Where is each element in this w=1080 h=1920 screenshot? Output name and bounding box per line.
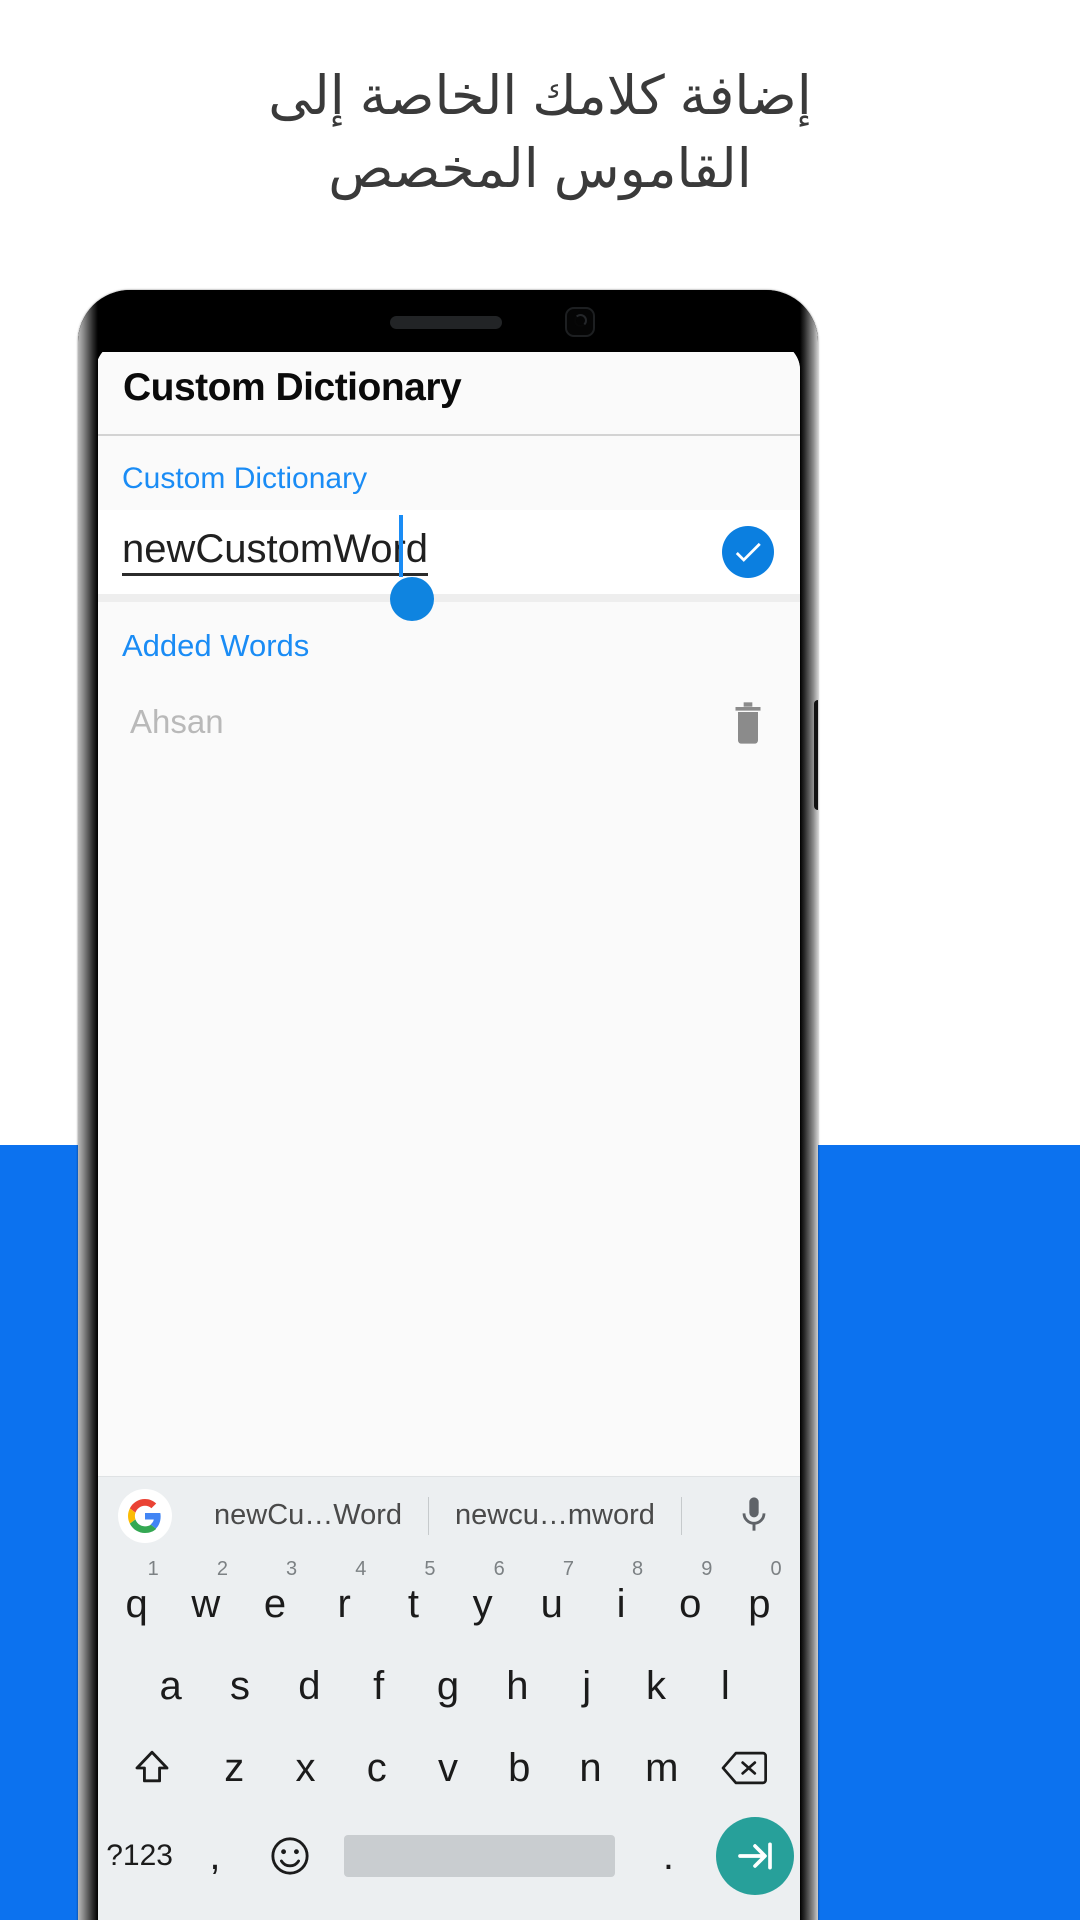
key-s[interactable]: s [205,1646,274,1726]
key-sup: 2 [216,1558,228,1580]
key-sup: 0 [770,1558,782,1580]
period-key[interactable]: . [631,1816,706,1896]
added-words-label: Added Words [122,628,310,663]
key-label: e [263,1581,287,1626]
key-sup: 1 [147,1558,159,1580]
key-h[interactable]: h [483,1646,552,1726]
key-label: t [407,1581,419,1626]
key-sup: 6 [493,1558,505,1580]
comma-key[interactable]: , [177,1816,252,1896]
key-b[interactable]: b [484,1728,555,1808]
symbols-key[interactable]: ?123 [102,1816,177,1896]
google-g-icon[interactable] [118,1488,172,1543]
list-item[interactable]: Ahsan [96,664,800,746]
keyboard-row-3: z x c v b n m [102,1728,794,1808]
text-caret [399,514,403,577]
key-e[interactable]: 3e [240,1558,309,1644]
added-word-text: Ahsan [130,703,224,740]
phone-device: Custom Dictionary Custom Dictionary newC… [78,290,818,1920]
key-k[interactable]: k [621,1646,690,1726]
page-title: إضافة كلامك الخاصة إلى القاموس المخصص [268,66,812,199]
key-v[interactable]: v [412,1728,483,1808]
key-i[interactable]: 8i [586,1558,655,1644]
enter-key[interactable] [716,1817,795,1895]
key-label: w [191,1581,221,1626]
key-g[interactable]: g [413,1646,482,1726]
app-bar: Custom Dictionary [96,342,800,436]
key-u[interactable]: 7u [517,1558,586,1644]
page-root: إضافة كلامك الخاصة إلى القاموس المخصص Cu… [0,0,1080,1920]
key-c[interactable]: c [341,1728,412,1808]
key-n[interactable]: n [555,1728,626,1808]
navigation-strip [96,1904,800,1920]
key-sup: 7 [562,1558,574,1580]
microphone-icon[interactable] [738,1494,778,1538]
word-input-row: newCustomWord [96,510,800,621]
suggestion-bar: newCu…Word newcu…mword [96,1476,800,1554]
key-sup: 4 [355,1558,367,1580]
key-sup: 5 [424,1558,436,1580]
earpiece-speaker [390,316,502,329]
space-key[interactable] [343,1835,615,1877]
key-sup: 8 [632,1558,644,1580]
suggestion-divider-2 [680,1496,682,1535]
key-a[interactable]: a [136,1646,205,1726]
key-y[interactable]: 6y [448,1558,517,1644]
check-icon [735,542,761,562]
added-words-section: Added Words Ahsan [96,602,800,1046]
key-label: r [337,1581,351,1626]
section-divider [96,594,800,602]
emoji-icon[interactable] [253,1816,328,1896]
front-camera-icon [565,307,595,337]
key-q[interactable]: 1q [102,1558,171,1644]
enter-arrow-icon [738,1842,772,1870]
backspace-icon[interactable] [697,1728,790,1808]
suggestion-item-1[interactable]: newCu…Word [188,1499,428,1532]
key-l[interactable]: l [691,1646,760,1726]
key-z[interactable]: z [199,1728,270,1808]
suggestion-item-2[interactable]: newcu…mword [429,1499,681,1532]
app-bar-title: Custom Dictionary [123,366,462,409]
keyboard-row-4: ?123 , . [102,1810,795,1902]
keyboard-rows: 1q 2w 3e 4r 5t 6y 7u 8i 9o 0p a s d f g … [96,1554,800,1902]
key-m[interactable]: m [626,1728,697,1808]
keyboard-row-1: 1q 2w 3e 4r 5t 6y 7u 8i 9o 0p [102,1558,794,1644]
key-j[interactable]: j [552,1646,621,1726]
keyboard-row-2: a s d f g h j k l [102,1646,794,1726]
field-label: Custom Dictionary [122,462,368,495]
virtual-keyboard: newCu…Word newcu…mword 1q 2 w 3 e 4 r 5 … [96,1476,800,1920]
key-sup: 9 [701,1558,713,1580]
key-label: o [679,1581,702,1626]
key-label: p [748,1581,771,1626]
word-input[interactable]: newCustomWord [122,529,429,576]
power-button[interactable] [814,700,818,810]
key-sup: 3 [286,1558,298,1580]
key-r[interactable]: 4r [310,1558,379,1644]
key-label: y [472,1581,493,1626]
custom-dictionary-field-section: Custom Dictionary newCustomWord [96,436,800,621]
confirm-add-word-button[interactable] [722,526,774,578]
phone-screen: Custom Dictionary Custom Dictionary newC… [96,342,800,1920]
key-o[interactable]: 9o [656,1558,725,1644]
shift-icon[interactable] [106,1728,199,1808]
key-f[interactable]: f [344,1646,413,1726]
word-input-wrapper[interactable]: newCustomWord [122,514,708,621]
key-d[interactable]: d [275,1646,344,1726]
key-w[interactable]: 2w [171,1558,240,1644]
key-p[interactable]: 0p [725,1558,794,1644]
trash-icon[interactable] [728,698,768,746]
key-label: i [616,1581,626,1626]
key-label: u [540,1581,563,1626]
key-t[interactable]: 5t [379,1558,448,1644]
phone-top-bezel [78,290,818,352]
key-x[interactable]: x [270,1728,341,1808]
text-cursor-drag-handle[interactable] [390,576,434,621]
key-label: q [125,1581,148,1626]
